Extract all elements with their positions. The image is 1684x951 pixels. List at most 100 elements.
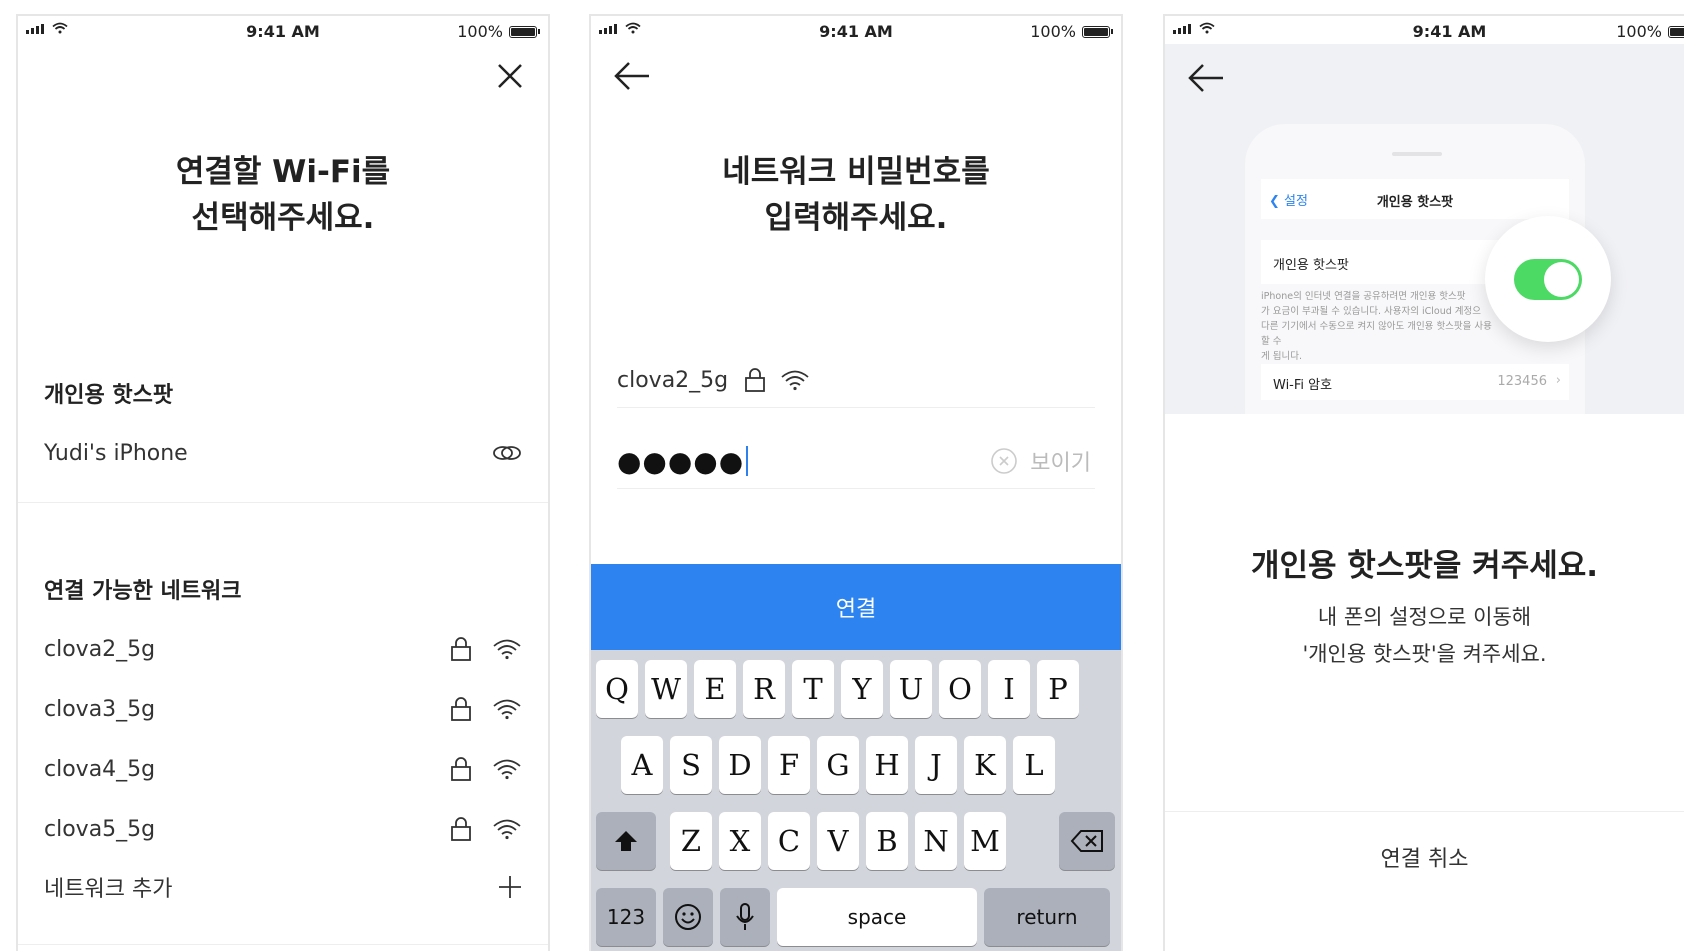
hotspot-guide-screen: 9:41 AM 100% ❮ 설정 개인용 핫스팟 개인용 핫스팟 iPhone… [1163,14,1684,951]
space-key[interactable]: space [777,888,977,946]
shift-icon [615,831,637,851]
hotspot-toggle[interactable] [1514,259,1582,300]
key-y[interactable]: Y [841,660,883,718]
status-bar: 9:41 AM 100% [18,16,548,46]
back-button[interactable] [613,60,651,92]
key-k[interactable]: K [964,736,1006,794]
password-input[interactable]: ●●●●● 보이기 [617,434,1095,489]
key-x[interactable]: X [719,812,761,870]
show-password-button[interactable]: 보이기 [990,445,1091,477]
dictation-key[interactable] [720,888,770,946]
battery-percent: 100% [457,22,503,41]
key-q[interactable]: Q [596,660,638,718]
mock-nav-bar: ❮ 설정 개인용 핫스팟 [1261,179,1569,219]
lock-icon [451,637,471,661]
lock-icon [451,757,471,781]
network-item-clova3-5g[interactable]: clova3_5g [44,689,522,729]
mock-hotspot-label: 개인용 핫스팟 [1273,258,1349,273]
wifi-icon [493,759,521,780]
page-title-line-1: 네트워크 비밀번호를 [722,154,990,190]
clear-icon[interactable] [990,447,1018,475]
wifi-select-screen: 9:41 AM 100% 연결할 Wi-Fi를 선택해주세요. 개인용 핫스팟 … [16,14,550,951]
page-title: 연결할 Wi-Fi를 선택해주세요. [18,149,548,241]
key-z[interactable]: Z [670,812,712,870]
return-key[interactable]: return [984,888,1110,946]
numbers-key[interactable]: 123 [596,888,656,946]
key-i[interactable]: I [988,660,1030,718]
close-button[interactable] [494,60,526,92]
delete-key[interactable] [1059,812,1115,870]
show-password-label: 보이기 [1030,451,1091,476]
mock-wifi-label: Wi-Fi 암호 [1273,378,1333,393]
network-name: clova4_5g [44,756,156,782]
key-c[interactable]: C [768,812,810,870]
key-o[interactable]: O [939,660,981,718]
key-v[interactable]: V [817,812,859,870]
magnified-toggle [1485,216,1611,342]
hotspot-section-title: 개인용 핫스팟 [44,383,174,408]
list-bottom-divider [18,944,548,945]
wifi-icon [493,639,521,660]
battery-icon [1082,25,1110,38]
wifi-icon [493,819,521,840]
settings-illustration: ❮ 설정 개인용 핫스팟 개인용 핫스팟 iPhone의 인터넷 연결을 공유하… [1165,44,1684,414]
key-s[interactable]: S [670,736,712,794]
battery-icon [509,25,537,38]
instruction-body: 내 폰의 설정으로 이동해 '개인용 핫스팟'을 켜주세요. [1165,599,1684,673]
add-network-label: 네트워크 추가 [44,877,173,902]
network-item-clova5-5g[interactable]: clova5_5g [44,809,522,849]
key-m[interactable]: M [964,812,1006,870]
key-b[interactable]: B [866,812,908,870]
shift-key[interactable] [596,812,656,870]
selected-network-field: clova2_5g [617,353,1095,408]
lock-icon [745,368,766,392]
key-j[interactable]: J [915,736,957,794]
key-l[interactable]: L [1013,736,1055,794]
key-d[interactable]: D [719,736,761,794]
close-icon [498,64,522,88]
key-e[interactable]: E [694,660,736,718]
lock-icon [451,697,471,721]
mock-nav-title: 개인용 핫스팟 [1376,195,1454,210]
key-a[interactable]: A [621,736,663,794]
selected-network-name: clova2_5g [617,367,729,393]
network-item-clova4-5g[interactable]: clova4_5g [44,749,522,789]
key-u[interactable]: U [890,660,932,718]
emoji-key[interactable] [663,888,713,946]
network-name: clova5_5g [44,816,156,842]
battery-percent: 100% [1616,22,1662,41]
add-network-button[interactable]: 네트워크 추가 [44,867,522,907]
key-g[interactable]: G [817,736,859,794]
key-p[interactable]: P [1037,660,1079,718]
battery-indicator: 100% [457,22,540,41]
mock-description: iPhone의 인터넷 연결을 공유하려면 개인용 핫스팟 가 요금이 부과될 … [1261,291,1492,362]
password-entry-screen: 9:41 AM 100% 네트워크 비밀번호를 입력해주세요. clova2_5… [589,14,1123,951]
key-t[interactable]: T [792,660,834,718]
backspace-icon [1070,830,1103,852]
key-w[interactable]: W [645,660,687,718]
network-name: clova2_5g [44,636,156,662]
key-r[interactable]: R [743,660,785,718]
status-bar: 9:41 AM 100% [1165,16,1684,46]
back-button[interactable] [1187,62,1225,94]
cancel-connection-button[interactable]: 연결 취소 [1165,811,1684,902]
key-h[interactable]: H [866,736,908,794]
network-item-clova2-5g[interactable]: clova2_5g [44,629,522,669]
hotspot-item[interactable]: Yudi's iPhone [44,433,522,473]
section-divider [18,502,548,503]
key-f[interactable]: F [768,736,810,794]
phone-speaker [1392,152,1442,156]
status-time: 9:41 AM [1412,22,1487,41]
battery-indicator: 100% [1030,22,1113,41]
lock-icon [451,817,471,841]
key-n[interactable]: N [915,812,957,870]
connect-button[interactable]: 연결 [591,564,1121,650]
keyboard: Q W E R T Y U O I P A S D F G H J K L Z … [591,650,1121,951]
instruction-line-1: 내 폰의 설정으로 이동해 [1317,605,1532,629]
mock-wifi-password-cell: Wi-Fi 암호 123456 › [1261,364,1569,400]
chevron-right-icon: › [1555,373,1561,388]
text-caret [746,446,749,476]
wifi-icon [493,699,521,720]
emoji-icon [675,904,701,930]
battery-icon [1668,25,1684,38]
